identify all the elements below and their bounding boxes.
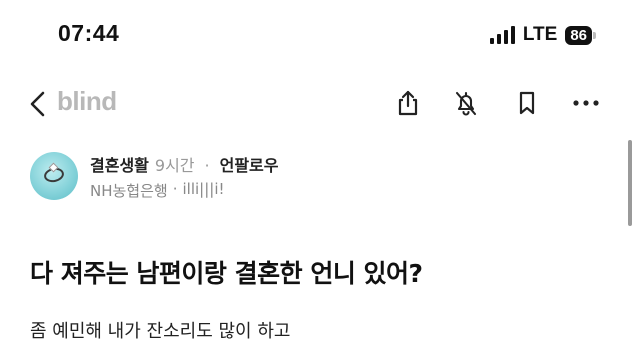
post-title: 다 져주는 남편이랑 결혼한 언니 있어?	[30, 259, 423, 288]
separator: ·	[172, 180, 178, 198]
bell-off-icon	[455, 91, 477, 116]
battery-icon: 86	[565, 25, 596, 45]
brand-logo[interactable]: blind	[57, 86, 117, 117]
bookmark-icon	[519, 91, 535, 115]
signal-bars-icon	[489, 26, 515, 44]
battery-level: 86	[565, 25, 592, 45]
post-body: 좀 예민해 내가 잔소리도 많이 하고	[30, 321, 291, 342]
author-meta: NH농협은행 · illi|||i!	[90, 180, 225, 201]
status-time: 07:44	[58, 20, 120, 46]
bookmark-button[interactable]	[512, 88, 542, 118]
share-icon	[398, 90, 418, 116]
nav-bar: blind	[0, 82, 640, 126]
more-button[interactable]	[571, 88, 601, 118]
mute-notifications-button[interactable]	[451, 88, 481, 118]
post-time: 9시간	[154, 156, 195, 175]
unfollow-button[interactable]: 언팔로우	[220, 152, 279, 176]
author-nickname: illi|||i!	[182, 180, 225, 198]
separator: ·	[204, 156, 210, 175]
company-name: NH농협은행	[90, 182, 168, 200]
share-button[interactable]	[393, 88, 423, 118]
status-indicators: LTE 86	[489, 24, 596, 46]
status-bar: 07:44 LTE 86	[0, 0, 640, 70]
network-label: LTE	[522, 24, 558, 45]
chevron-left-icon[interactable]	[28, 90, 48, 118]
post-header: 결혼생활 9시간 · 언팔로우 NH농협은행 · illi|||i!	[30, 150, 610, 206]
board-name[interactable]: 결혼생활	[90, 152, 149, 176]
avatar[interactable]	[30, 152, 78, 200]
author-line: 결혼생활 9시간 · 언팔로우	[90, 152, 279, 176]
more-horizontal-icon	[573, 100, 599, 106]
scrollbar[interactable]	[628, 140, 632, 226]
